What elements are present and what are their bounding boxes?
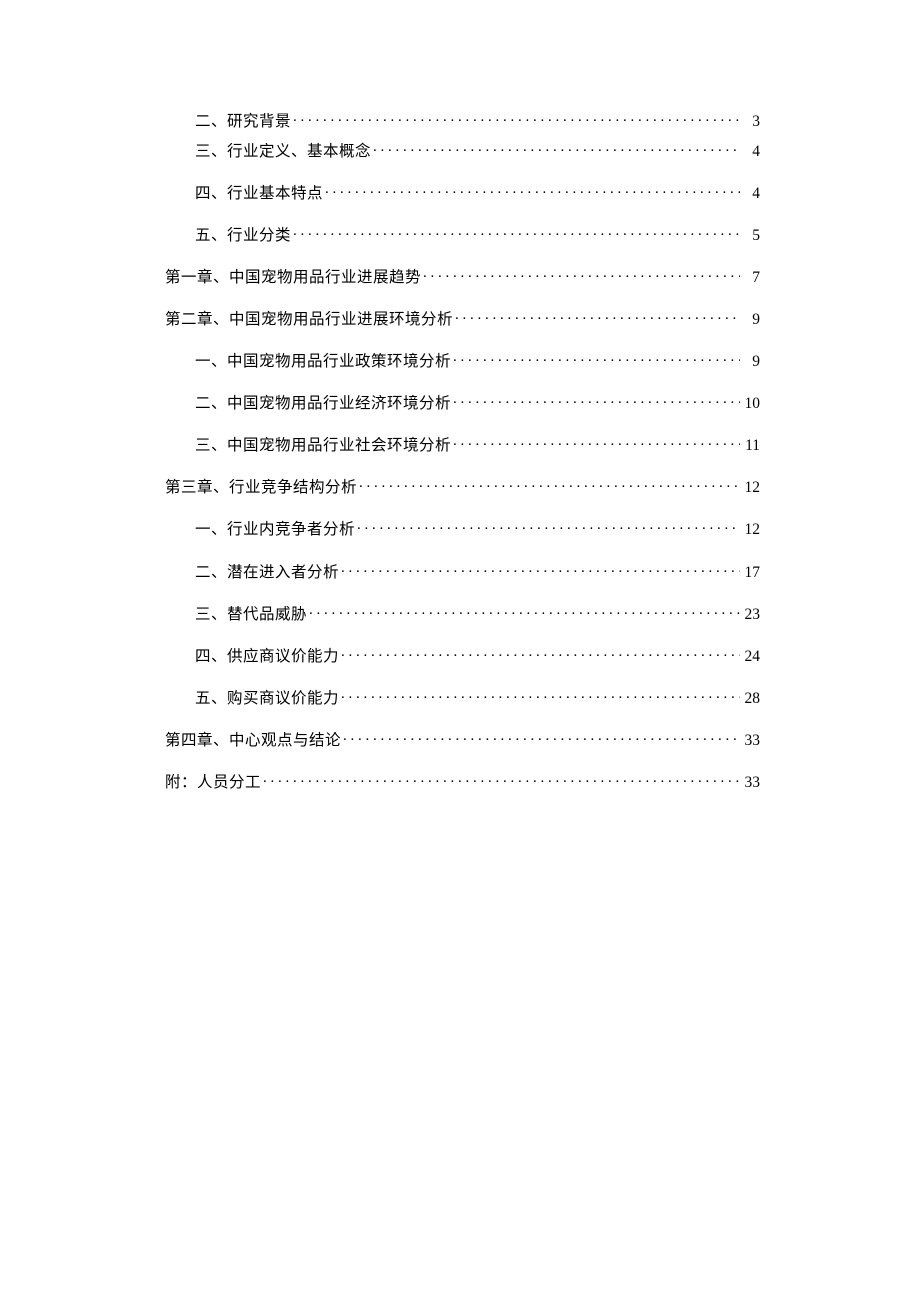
- toc-entry-page: 24: [742, 648, 760, 667]
- toc-entry-page: 10: [742, 395, 760, 414]
- toc-entry-page: 4: [742, 143, 760, 162]
- toc-entry-label: 二、潜在进入者分析: [195, 564, 339, 583]
- toc-entry: 四、供应商议价能力 24: [165, 645, 760, 666]
- toc-leader-dots: [325, 182, 740, 198]
- table-of-contents: 二、研究背景 3 三、行业定义、基本概念 4 四、行业基本特点 4 五、行业分类 5 第一章、中…: [165, 110, 760, 793]
- toc-leader-dots: [453, 393, 740, 409]
- toc-entry: 五、行业分类 5: [165, 224, 760, 245]
- toc-entry-label: 四、供应商议价能力: [195, 648, 339, 667]
- toc-entry: 第四章、中心观点与结论 33: [165, 729, 760, 750]
- toc-entry-label: 二、研究背景: [195, 113, 291, 132]
- toc-entry-page: 12: [742, 479, 760, 498]
- toc-entry: 四、行业基本特点 4: [165, 182, 760, 203]
- toc-entry: 二、潜在进入者分析 17: [165, 561, 760, 582]
- toc-entry-page: 9: [742, 311, 760, 330]
- toc-leader-dots: [453, 351, 740, 367]
- toc-entry-label: 一、中国宠物用品行业政策环境分析: [195, 353, 451, 372]
- toc-entry: 五、购买商议价能力 28: [165, 687, 760, 708]
- toc-entry-page: 23: [742, 606, 760, 625]
- toc-entry-page: 12: [742, 521, 760, 540]
- toc-entry: 一、行业内竞争者分析 12: [165, 519, 760, 540]
- toc-leader-dots: [293, 224, 740, 240]
- toc-entry-label: 三、中国宠物用品行业社会环境分析: [195, 437, 451, 456]
- toc-leader-dots: [341, 561, 740, 577]
- toc-entry-page: 11: [742, 437, 760, 456]
- toc-entry-label: 第四章、中心观点与结论: [165, 732, 341, 751]
- toc-entry-page: 3: [742, 113, 760, 132]
- toc-entry-label: 三、替代品威胁: [195, 606, 307, 625]
- toc-entry: 二、中国宠物用品行业经济环境分析 10: [165, 393, 760, 414]
- toc-leader-dots: [263, 772, 740, 788]
- toc-leader-dots: [373, 140, 740, 156]
- toc-entry: 第二章、中国宠物用品行业进展环境分析 9: [165, 308, 760, 329]
- toc-leader-dots: [343, 729, 740, 745]
- toc-entry-page: 7: [742, 269, 760, 288]
- toc-entry: 第一章、中国宠物用品行业进展趋势 7: [165, 266, 760, 287]
- toc-entry: 三、替代品威胁 23: [165, 603, 760, 624]
- toc-entry: 二、研究背景 3: [165, 110, 760, 131]
- toc-entry-label: 五、行业分类: [195, 227, 291, 246]
- toc-leader-dots: [341, 645, 740, 661]
- toc-entry: 第三章、行业竞争结构分析 12: [165, 477, 760, 498]
- toc-entry-label: 第三章、行业竞争结构分析: [165, 479, 357, 498]
- toc-entry-label: 一、行业内竞争者分析: [195, 521, 355, 540]
- toc-leader-dots: [293, 110, 740, 126]
- toc-entry: 附：人员分工 33: [165, 772, 760, 793]
- toc-entry-label: 第一章、中国宠物用品行业进展趋势: [165, 269, 421, 288]
- toc-leader-dots: [423, 266, 740, 282]
- toc-entry-page: 9: [742, 353, 760, 372]
- document-page: 二、研究背景 3 三、行业定义、基本概念 4 四、行业基本特点 4 五、行业分类 5 第一章、中…: [0, 0, 920, 793]
- toc-leader-dots: [357, 519, 740, 535]
- toc-entry-page: 33: [742, 774, 760, 793]
- toc-entry: 三、行业定义、基本概念 4: [165, 140, 760, 161]
- toc-entry: 一、中国宠物用品行业政策环境分析 9: [165, 351, 760, 372]
- toc-entry-label: 二、中国宠物用品行业经济环境分析: [195, 395, 451, 414]
- toc-leader-dots: [359, 477, 740, 493]
- toc-entry-page: 5: [742, 227, 760, 246]
- toc-entry-label: 附：人员分工: [165, 774, 261, 793]
- toc-leader-dots: [341, 687, 740, 703]
- toc-leader-dots: [455, 308, 740, 324]
- toc-entry: 三、中国宠物用品行业社会环境分析 11: [165, 435, 760, 456]
- toc-entry-page: 33: [742, 732, 760, 751]
- toc-entry-label: 四、行业基本特点: [195, 185, 323, 204]
- toc-entry-page: 4: [742, 185, 760, 204]
- toc-entry-page: 17: [742, 564, 760, 583]
- toc-entry-label: 五、购买商议价能力: [195, 690, 339, 709]
- toc-entry-page: 28: [742, 690, 760, 709]
- toc-entry-label: 三、行业定义、基本概念: [195, 143, 371, 162]
- toc-leader-dots: [309, 603, 740, 619]
- toc-leader-dots: [453, 435, 740, 451]
- toc-entry-label: 第二章、中国宠物用品行业进展环境分析: [165, 311, 453, 330]
